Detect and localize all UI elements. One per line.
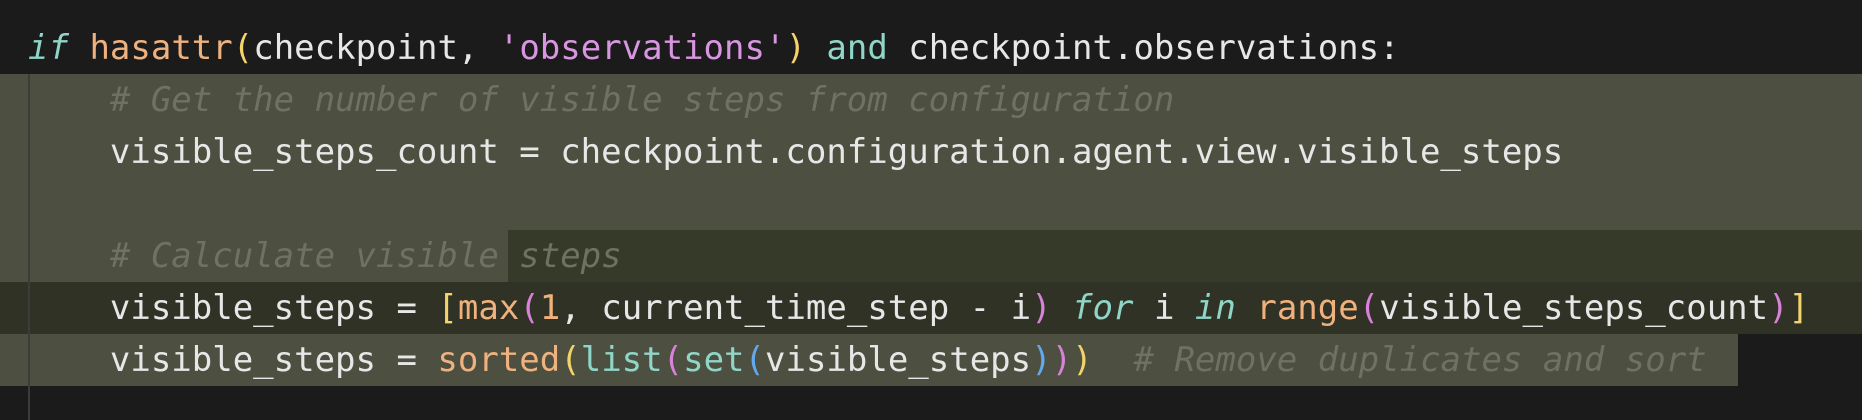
code-token: ) [1031, 288, 1052, 328]
code-token: hasattr [89, 28, 233, 68]
code-line-3[interactable]: visible_steps_count = checkpoint.configu… [0, 126, 1862, 178]
code-token: checkpoint, [253, 28, 499, 68]
code-token: visible_steps_count = checkpoint.configu… [28, 132, 1564, 172]
code-token: 'observations' [498, 28, 786, 68]
code-line-1[interactable]: if hasattr(checkpoint, 'observations') a… [0, 22, 1862, 74]
code-token: ( [519, 288, 540, 328]
code-token: i [1133, 288, 1195, 328]
code-token: ) [1072, 340, 1093, 380]
code-token: visible_steps = [28, 288, 438, 328]
code-token: # Calculate visible steps [28, 236, 622, 276]
code-line-4[interactable] [0, 178, 1862, 230]
code-token: checkpoint.observations: [887, 28, 1400, 68]
code-token: ) [1031, 340, 1052, 380]
code-token: # Remove duplicates and sort [1092, 340, 1707, 380]
code-token: visible_steps = [28, 340, 438, 380]
code-token: ] [1788, 288, 1810, 328]
code-token: in [1194, 288, 1236, 328]
code-token: range [1256, 288, 1359, 328]
code-token: # Get the number of visible steps from c… [28, 80, 1175, 120]
code-line-2[interactable]: # Get the number of visible steps from c… [0, 74, 1862, 126]
code-token: [ [437, 288, 458, 328]
code-token: ( [662, 340, 684, 380]
code-line-5[interactable]: # Calculate visible steps [0, 230, 1862, 282]
code-token: ( [232, 28, 254, 68]
code-token: for [1072, 288, 1134, 328]
code-editor[interactable]: if hasattr(checkpoint, 'observations') a… [0, 0, 1862, 420]
code-token: , current_time_step - i [560, 288, 1032, 328]
code-token: if [28, 28, 69, 68]
code-token: ( [744, 340, 765, 380]
code-token: visible_steps [765, 340, 1032, 380]
code-line-6[interactable]: visible_steps = [max(1, current_time_ste… [0, 282, 1862, 334]
code-line-7[interactable]: visible_steps = sorted(list(set(visible_… [0, 334, 1862, 386]
code-token: 1 [539, 288, 561, 328]
code-token: set [683, 340, 745, 380]
code-token: ( [560, 340, 581, 380]
code-token: ) [1768, 288, 1789, 328]
code-token: list [580, 340, 663, 380]
code-token: visible_steps_count [1379, 288, 1769, 328]
code-token: sorted [437, 340, 561, 380]
code-token: ) [785, 28, 806, 68]
code-token: ( [1358, 288, 1380, 328]
code-token: ) [1051, 340, 1073, 380]
code-token: and [826, 28, 888, 68]
code-token: max [457, 288, 520, 328]
